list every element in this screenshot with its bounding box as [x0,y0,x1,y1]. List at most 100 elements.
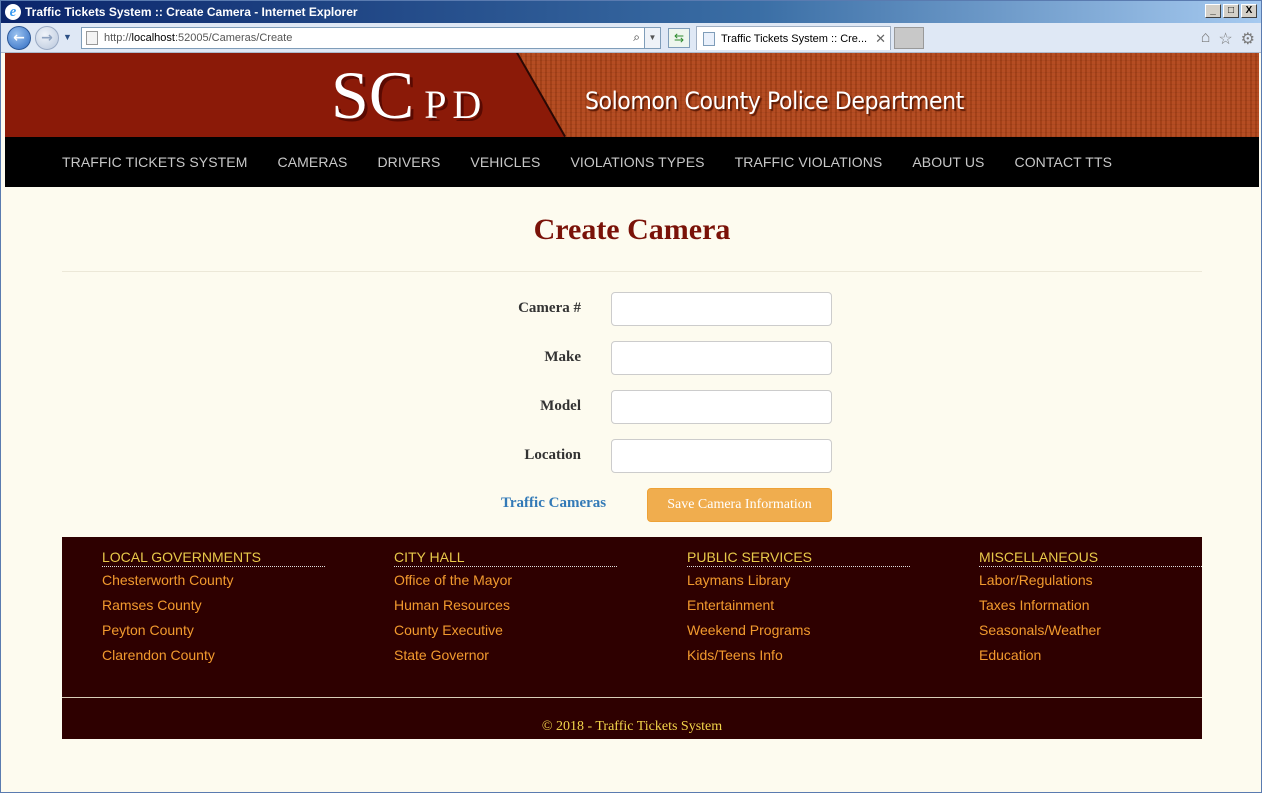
model-row: Model [5,390,1259,424]
ie-logo-icon: e [5,4,21,20]
gear-icon[interactable]: ⚙ [1241,29,1255,49]
page-content: SC PD Solomon County Police Department T… [5,53,1259,792]
address-bar[interactable]: http://localhost:52005/Cameras/Create ⌕ … [81,27,661,49]
list-item: Entertainment [687,597,910,622]
footer-link[interactable]: Seasonals/Weather [979,622,1101,638]
footer-link[interactable]: Chesterworth County [102,572,234,588]
heading-divider [62,271,1202,272]
footer-column-city-hall: CITY HALL Office of the Mayor Human Reso… [394,537,617,672]
browser-window: e Traffic Tickets System :: Create Camer… [0,0,1262,793]
forward-arrow-icon[interactable]: → [35,26,59,50]
traffic-cameras-link[interactable]: Traffic Cameras [501,495,606,512]
logo-small-letters: PD [424,82,488,127]
favorites-star-icon[interactable]: ☆ [1218,29,1232,49]
page-icon [86,31,98,45]
list-item: Office of the Mayor [394,572,617,597]
list-item: County Executive [394,622,617,647]
list-item: Chesterworth County [102,572,325,597]
url-rest: :52005/Cameras/Create [174,32,293,44]
nav-vehicles[interactable]: VEHICLES [470,154,540,170]
footer-link[interactable]: Peyton County [102,622,194,638]
title-bar: e Traffic Tickets System :: Create Camer… [1,1,1261,23]
refresh-icon[interactable]: ⇆ [668,28,690,48]
tab-title: Traffic Tickets System :: Cre... [721,32,868,45]
logo-big-letters: SC [331,57,415,133]
minimize-button[interactable]: _ [1205,4,1221,18]
footer-link[interactable]: Human Resources [394,597,510,613]
list-item: Clarendon County [102,647,325,672]
close-window-button[interactable]: X [1241,4,1257,18]
list-item: Human Resources [394,597,617,622]
make-row: Make [5,341,1259,375]
window-title: Traffic Tickets System :: Create Camera … [25,5,358,19]
list-item: Laymans Library [687,572,910,597]
save-camera-button[interactable]: Save Camera Information [647,488,832,522]
footer-heading: PUBLIC SERVICES [687,537,910,567]
search-icon[interactable]: ⌕ [633,30,640,45]
footer-link[interactable]: Education [979,647,1041,663]
footer-link[interactable]: County Executive [394,622,503,638]
footer-heading: CITY HALL [394,537,617,567]
maximize-button[interactable]: □ [1223,4,1239,18]
camera-number-label: Camera # [518,300,581,316]
browser-tab[interactable]: Traffic Tickets System :: Cre... ✕ [696,26,891,50]
list-item: Seasonals/Weather [979,622,1202,647]
list-item: Labor/Regulations [979,572,1202,597]
history-dropdown-icon[interactable]: ▼ [63,32,72,42]
list-item: State Governor [394,647,617,672]
footer-link[interactable]: Ramses County [102,597,202,613]
model-input[interactable] [611,390,832,424]
new-tab-button[interactable] [894,27,924,49]
camera-number-input[interactable] [611,292,832,326]
close-tab-icon[interactable]: ✕ [875,31,886,47]
list-item: Peyton County [102,622,325,647]
footer-link[interactable]: State Governor [394,647,489,663]
footer-column-local-governments: LOCAL GOVERNMENTS Chesterworth County Ra… [102,537,325,672]
footer-link[interactable]: Weekend Programs [687,622,810,638]
nav-about-us[interactable]: ABOUT US [912,154,984,170]
nav-cameras[interactable]: CAMERAS [278,154,348,170]
list-item: Weekend Programs [687,622,910,647]
footer-link[interactable]: Kids/Teens Info [687,647,783,663]
footer-link[interactable]: Entertainment [687,597,774,613]
make-label: Make [544,349,581,365]
footer-link[interactable]: Labor/Regulations [979,572,1093,588]
nav-violations-types[interactable]: VIOLATIONS TYPES [570,154,704,170]
footer-column-miscellaneous: MISCELLANEOUS Labor/Regulations Taxes In… [979,537,1202,672]
home-icon[interactable]: ⌂ [1201,29,1211,49]
page-title: Create Camera [533,213,731,246]
site-subtitle: Solomon County Police Department [585,87,964,115]
url-prefix: http:// [104,32,132,44]
model-label: Model [540,398,581,414]
list-item: Ramses County [102,597,325,622]
location-input[interactable] [611,439,832,473]
main-nav: TRAFFIC TICKETS SYSTEM CAMERAS DRIVERS V… [5,137,1259,187]
nav-traffic-violations[interactable]: TRAFFIC VIOLATIONS [735,154,883,170]
back-arrow-icon[interactable]: ← [7,26,31,50]
footer-divider [62,697,1202,698]
nav-contact-tts[interactable]: CONTACT TTS [1014,154,1112,170]
address-dropdown-icon[interactable]: ▼ [644,28,660,48]
list-item: Education [979,647,1202,672]
list-item: Taxes Information [979,597,1202,622]
footer-link[interactable]: Laymans Library [687,572,791,588]
nav-drivers[interactable]: DRIVERS [377,154,440,170]
site-banner: SC PD Solomon County Police Department [5,53,1259,138]
url-host: localhost [131,32,175,44]
camera-number-row: Camera # [5,292,1259,326]
footer-link[interactable]: Clarendon County [102,647,215,663]
footer-link[interactable]: Taxes Information [979,597,1090,613]
browser-toolbar: ← → ▼ http://localhost:52005/Cameras/Cre… [1,23,1261,53]
location-label: Location [524,447,581,463]
site-logo: SC PD [331,53,487,137]
nav-traffic-tickets-system[interactable]: TRAFFIC TICKETS SYSTEM [62,154,248,170]
site-footer: LOCAL GOVERNMENTS Chesterworth County Ra… [62,537,1202,739]
footer-link[interactable]: Office of the Mayor [394,572,512,588]
footer-heading: MISCELLANEOUS [979,537,1202,567]
list-item: Kids/Teens Info [687,647,910,672]
location-row: Location [5,439,1259,473]
tab-page-icon [703,32,715,46]
footer-heading: LOCAL GOVERNMENTS [102,537,325,567]
make-input[interactable] [611,341,832,375]
footer-column-public-services: PUBLIC SERVICES Laymans Library Entertai… [687,537,910,672]
